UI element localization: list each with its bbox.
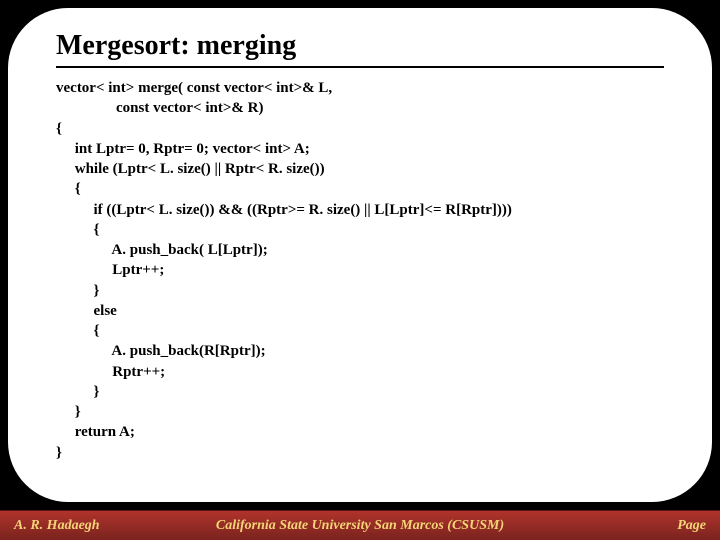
footer-institution: California State University San Marcos (… bbox=[0, 518, 720, 534]
footer-page-label: Page bbox=[677, 518, 706, 534]
title-underline bbox=[56, 66, 664, 68]
slide-body: Mergesort: merging vector< int> merge( c… bbox=[8, 8, 712, 502]
footer-author: A. R. Hadaegh bbox=[14, 518, 100, 534]
code-block: vector< int> merge( const vector< int>& … bbox=[56, 78, 664, 463]
slide-title: Mergesort: merging bbox=[56, 30, 664, 62]
footer-bar: A. R. Hadaegh California State Universit… bbox=[0, 510, 720, 540]
